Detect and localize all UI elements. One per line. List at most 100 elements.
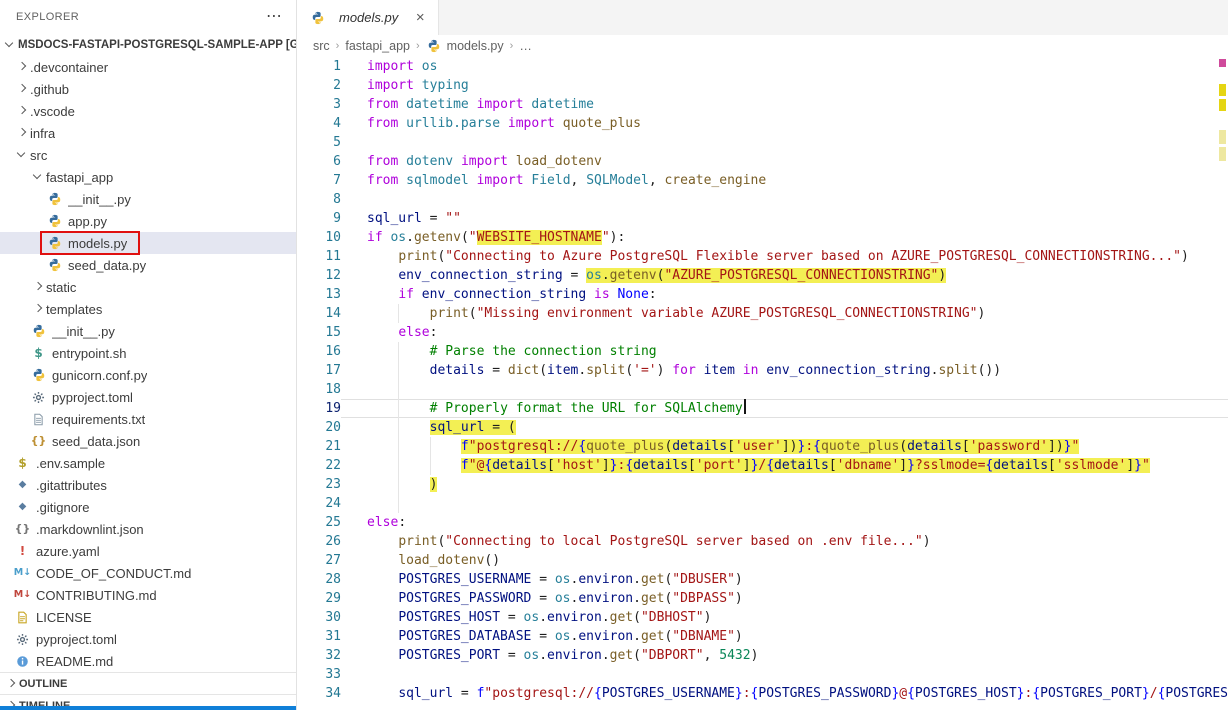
tree-file-gunicorn-conf-py[interactable]: gunicorn.conf.py — [0, 364, 296, 386]
code-line[interactable]: 10if os.getenv("WEBSITE_HOSTNAME"): — [297, 228, 1228, 247]
tree-folder-src[interactable]: src — [0, 144, 296, 166]
tree-file-models-py[interactable]: models.py — [0, 232, 296, 254]
section-outline[interactable]: OUTLINE — [0, 672, 296, 694]
code-line[interactable]: 34 sql_url = f"postgresql://{POSTGRES_US… — [297, 684, 1228, 703]
python-icon — [309, 10, 326, 26]
tree-file-gitignore[interactable]: ◆.gitignore — [0, 496, 296, 518]
tree-folder-github[interactable]: .github — [0, 78, 296, 100]
code-line[interactable]: 18 — [297, 380, 1228, 399]
breadcrumb-label: … — [519, 39, 532, 53]
more-actions-icon[interactable]: ⋯ — [266, 12, 282, 22]
code-token — [414, 78, 422, 93]
tree-folder-infra[interactable]: infra — [0, 122, 296, 144]
code-token: is — [594, 287, 610, 302]
tree-root-folder[interactable]: MSDOCS-FASTAPI-POSTGRESQL-SAMPLE-APP [GI… — [0, 33, 296, 56]
tree-file-app-py[interactable]: app.py — [0, 210, 296, 232]
code-line[interactable]: 31 POSTGRES_DATABASE = os.environ.get("D… — [297, 627, 1228, 646]
tree-item-label: seed_data.py — [68, 258, 146, 273]
tree-file-requirements-txt[interactable]: requirements.txt — [0, 408, 296, 430]
breadcrumb-item-models-py[interactable]: models.py — [426, 38, 504, 54]
tree-file-azure-yaml[interactable]: !azure.yaml — [0, 540, 296, 562]
code-line[interactable]: 8 — [297, 190, 1228, 209]
code-line[interactable]: 22 f"@{details['host']}:{details['port']… — [297, 456, 1228, 475]
code-token — [367, 686, 398, 701]
code-token: getenv — [610, 268, 657, 283]
code-line[interactable]: 19 # Properly format the URL for SQLAlch… — [297, 399, 1228, 418]
close-icon[interactable]: × — [412, 9, 428, 26]
code-line[interactable]: 33 — [297, 665, 1228, 684]
tree-folder-static[interactable]: static — [0, 276, 296, 298]
breadcrumb-item-fastapi-app[interactable]: fastapi_app — [345, 39, 410, 53]
code-line[interactable]: 9sql_url = "" — [297, 209, 1228, 228]
code-line[interactable]: 24 — [297, 494, 1228, 513]
code-token: os — [555, 572, 571, 587]
code-line[interactable]: 25else: — [297, 513, 1228, 532]
tree-file-init-py[interactable]: __init__.py — [0, 320, 296, 342]
tree-file-init-py[interactable]: __init__.py — [0, 188, 296, 210]
code-line[interactable]: 27 load_dotenv() — [297, 551, 1228, 570]
code-token — [398, 116, 406, 131]
code-token: ]) — [1048, 439, 1064, 454]
code-line[interactable]: 26 print("Connecting to local PostgreSQL… — [297, 532, 1228, 551]
code-token: details — [492, 458, 547, 473]
code-line[interactable]: 32 POSTGRES_PORT = os.environ.get("DBPOR… — [297, 646, 1228, 665]
code-line[interactable]: 6from dotenv import load_dotenv — [297, 152, 1228, 171]
tree-file-seed-data-json[interactable]: {}seed_data.json — [0, 430, 296, 452]
code-token: = — [500, 610, 523, 625]
line-content: sql_url = "" — [341, 209, 1228, 228]
breadcrumb-item-[interactable]: … — [519, 39, 532, 53]
code-line[interactable]: 5 — [297, 133, 1228, 152]
statusbar-accent-line — [0, 706, 296, 710]
breadcrumb-item-src[interactable]: src — [313, 39, 330, 53]
code-line[interactable]: 11 print("Connecting to Azure PostgreSQL… — [297, 247, 1228, 266]
python-icon — [30, 367, 47, 383]
tree-file-code-of-conduct-md[interactable]: M↓CODE_OF_CONDUCT.md — [0, 562, 296, 584]
code-token: . — [602, 610, 610, 625]
line-number: 24 — [297, 494, 341, 513]
code-line[interactable]: 4from urllib.parse import quote_plus — [297, 114, 1228, 133]
tree-item-label: __init__.py — [52, 324, 115, 339]
tree-folder-fastapi-app[interactable]: fastapi_app — [0, 166, 296, 188]
tree-file-readme-md[interactable]: README.md — [0, 650, 296, 672]
breadcrumb-label: src — [313, 39, 330, 53]
code-line[interactable]: 13 if env_connection_string is None: — [297, 285, 1228, 304]
code-token: "AZURE_POSTGRESQL_CONNECTIONSTRING" — [664, 268, 938, 283]
code-line[interactable]: 20 sql_url = ( — [297, 418, 1228, 437]
info-icon — [14, 653, 31, 669]
tree-file-entrypoint-sh[interactable]: $entrypoint.sh — [0, 342, 296, 364]
code-token: get — [641, 572, 664, 587]
code-line[interactable]: 7from sqlmodel import Field, SQLModel, c… — [297, 171, 1228, 190]
tree-file-contributing-md[interactable]: M↓CONTRIBUTING.md — [0, 584, 296, 606]
overview-ruler[interactable] — [1216, 57, 1228, 710]
tree-folder-vscode[interactable]: .vscode — [0, 100, 296, 122]
tree-file-pyproject-toml[interactable]: pyproject.toml — [0, 386, 296, 408]
code-token: ) — [657, 363, 673, 378]
tree-file-pyproject-toml[interactable]: pyproject.toml — [0, 628, 296, 650]
tree-file-license[interactable]: LICENSE — [0, 606, 296, 628]
code-token: environ — [547, 648, 602, 663]
code-line[interactable]: 12 env_connection_string = os.getenv("AZ… — [297, 266, 1228, 285]
code-line[interactable]: 28 POSTGRES_USERNAME = os.environ.get("D… — [297, 570, 1228, 589]
tree-file-gitattributes[interactable]: ◆.gitattributes — [0, 474, 296, 496]
tree-folder-devcontainer[interactable]: .devcontainer — [0, 56, 296, 78]
code-line[interactable]: 15 else: — [297, 323, 1228, 342]
code-token: ( — [461, 230, 469, 245]
code-line[interactable]: 17 details = dict(item.split('=') for it… — [297, 361, 1228, 380]
code-line[interactable]: 1import os — [297, 57, 1228, 76]
indent-guide — [398, 475, 399, 494]
code-line[interactable]: 2import typing — [297, 76, 1228, 95]
code-line[interactable]: 3from datetime import datetime — [297, 95, 1228, 114]
code-line[interactable]: 14 print("Missing environment variable A… — [297, 304, 1228, 323]
code-line[interactable]: 29 POSTGRES_PASSWORD = os.environ.get("D… — [297, 589, 1228, 608]
code-line[interactable]: 30 POSTGRES_HOST = os.environ.get("DBHOS… — [297, 608, 1228, 627]
code-line[interactable]: 23 ) — [297, 475, 1228, 494]
code-line[interactable]: 16 # Parse the connection string — [297, 342, 1228, 361]
code-token: } — [907, 458, 915, 473]
tree-folder-templates[interactable]: templates — [0, 298, 296, 320]
tree-file-seed-data-py[interactable]: seed_data.py — [0, 254, 296, 276]
tab-models-py[interactable]: models.py × — [297, 0, 439, 35]
explorer-header: EXPLORER ⋯ — [0, 0, 296, 33]
tree-file-markdownlint-json[interactable]: {}.markdownlint.json — [0, 518, 296, 540]
tree-file-env-sample[interactable]: $.env.sample — [0, 452, 296, 474]
code-line[interactable]: 21 f"postgresql://{quote_plus(details['u… — [297, 437, 1228, 456]
